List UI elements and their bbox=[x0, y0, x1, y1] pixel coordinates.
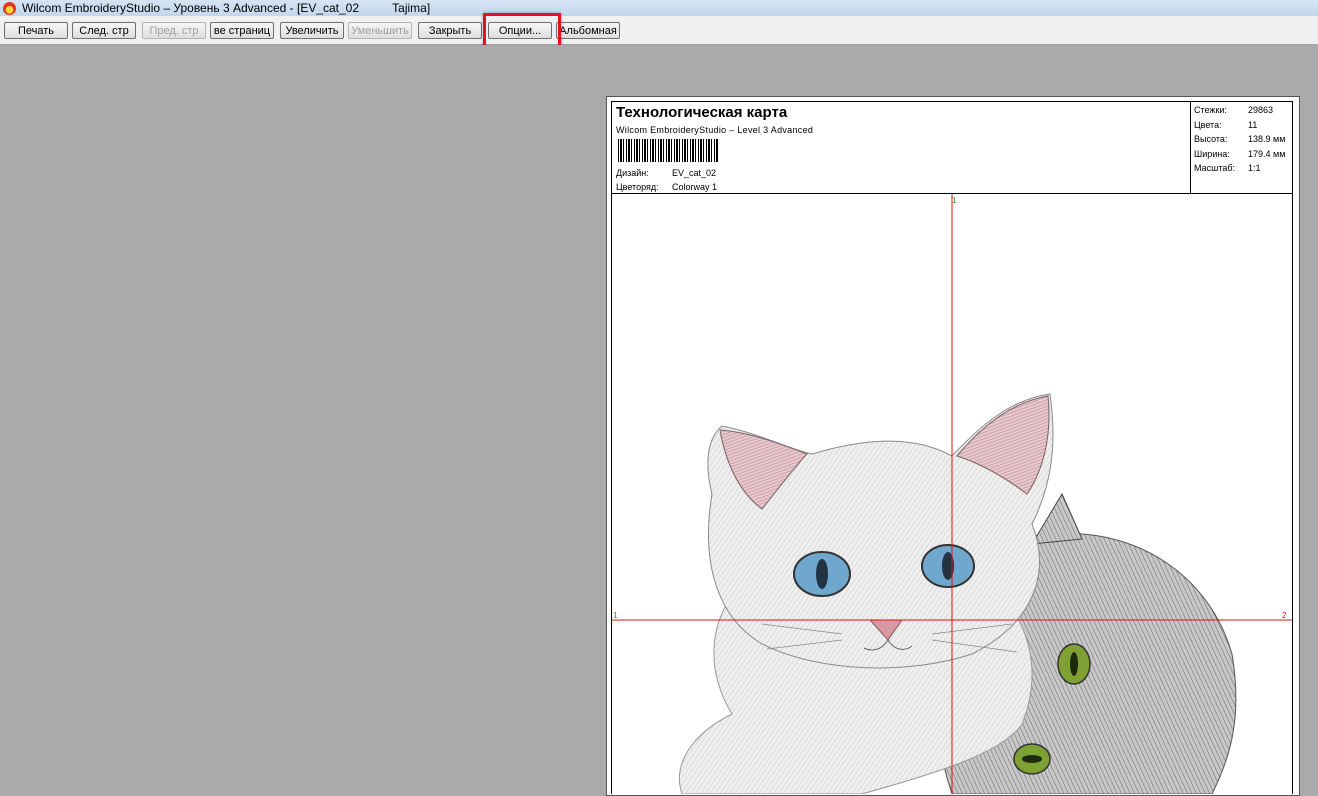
height-value: 138.9 мм bbox=[1248, 134, 1286, 144]
landscape-button[interactable]: Альбомная bbox=[556, 22, 620, 39]
prev-page-button[interactable]: Пред. стр bbox=[142, 22, 206, 39]
marker-left: 1 bbox=[613, 611, 618, 620]
width-label: Ширина: bbox=[1194, 148, 1230, 159]
worksheet-subtitle: Wilcom EmbroideryStudio – Level 3 Advanc… bbox=[616, 125, 814, 135]
print-button[interactable]: Печать bbox=[4, 22, 68, 39]
scale-value: 1:1 bbox=[1248, 163, 1261, 173]
close-button[interactable]: Закрыть bbox=[418, 22, 482, 39]
worksheet-header: Технологическая карта Wilcom EmbroideryS… bbox=[611, 101, 1293, 194]
next-page-button[interactable]: След. стр bbox=[72, 22, 136, 39]
stitches-value: 29863 bbox=[1248, 105, 1274, 115]
marker-right: 2 bbox=[1282, 611, 1287, 620]
window-title: Wilcom EmbroideryStudio – Уровень 3 Adva… bbox=[22, 1, 431, 15]
preview-page: Технологическая карта Wilcom EmbroideryS… bbox=[606, 96, 1300, 796]
marker-top: 1 bbox=[952, 196, 957, 205]
design-row: Дизайн: EV_cat_02 bbox=[616, 168, 716, 178]
stats-divider bbox=[1190, 102, 1191, 193]
scale-label: Масштаб: bbox=[1194, 163, 1236, 173]
all-pages-button[interactable]: ве страниц bbox=[210, 22, 274, 39]
barcode bbox=[618, 139, 718, 162]
colors-value: 11 bbox=[1248, 119, 1258, 130]
design-stats: Стежки: 29863 Цвета: 11 Высота: 138.9 мм Ши… bbox=[1194, 105, 1285, 178]
title-bar: Wilcom EmbroideryStudio – Уровень 3 Adva… bbox=[0, 0, 1318, 16]
width-value: 179.4 мм bbox=[1248, 148, 1286, 159]
colorway-row: Цветоряд: Colorway 1 bbox=[616, 182, 717, 192]
height-label: Высота: bbox=[1194, 134, 1228, 144]
stitches-label: Стежки: bbox=[1194, 105, 1227, 115]
worksheet-title: Технологическая карта bbox=[616, 104, 788, 121]
app-logo-icon bbox=[3, 1, 16, 15]
design-label: Дизайн: bbox=[616, 168, 649, 178]
colorway-value: Colorway 1 bbox=[672, 182, 718, 192]
colors-label: Цвета: bbox=[1194, 119, 1222, 130]
zoom-out-button[interactable]: Уменьшить bbox=[348, 22, 412, 39]
embroidery-design-preview: 1 1 2 bbox=[612, 194, 1292, 794]
print-preview-toolbar: Печать След. стр Пред. стр ве страниц Ув… bbox=[0, 16, 1318, 45]
design-preview-area: 1 1 2 bbox=[611, 194, 1293, 794]
colorway-label: Цветоряд: bbox=[616, 182, 659, 192]
preview-workspace[interactable]: Технологическая карта Wilcom EmbroideryS… bbox=[0, 45, 1318, 796]
zoom-in-button[interactable]: Увеличить bbox=[280, 22, 344, 39]
design-value: EV_cat_02 bbox=[672, 168, 717, 178]
